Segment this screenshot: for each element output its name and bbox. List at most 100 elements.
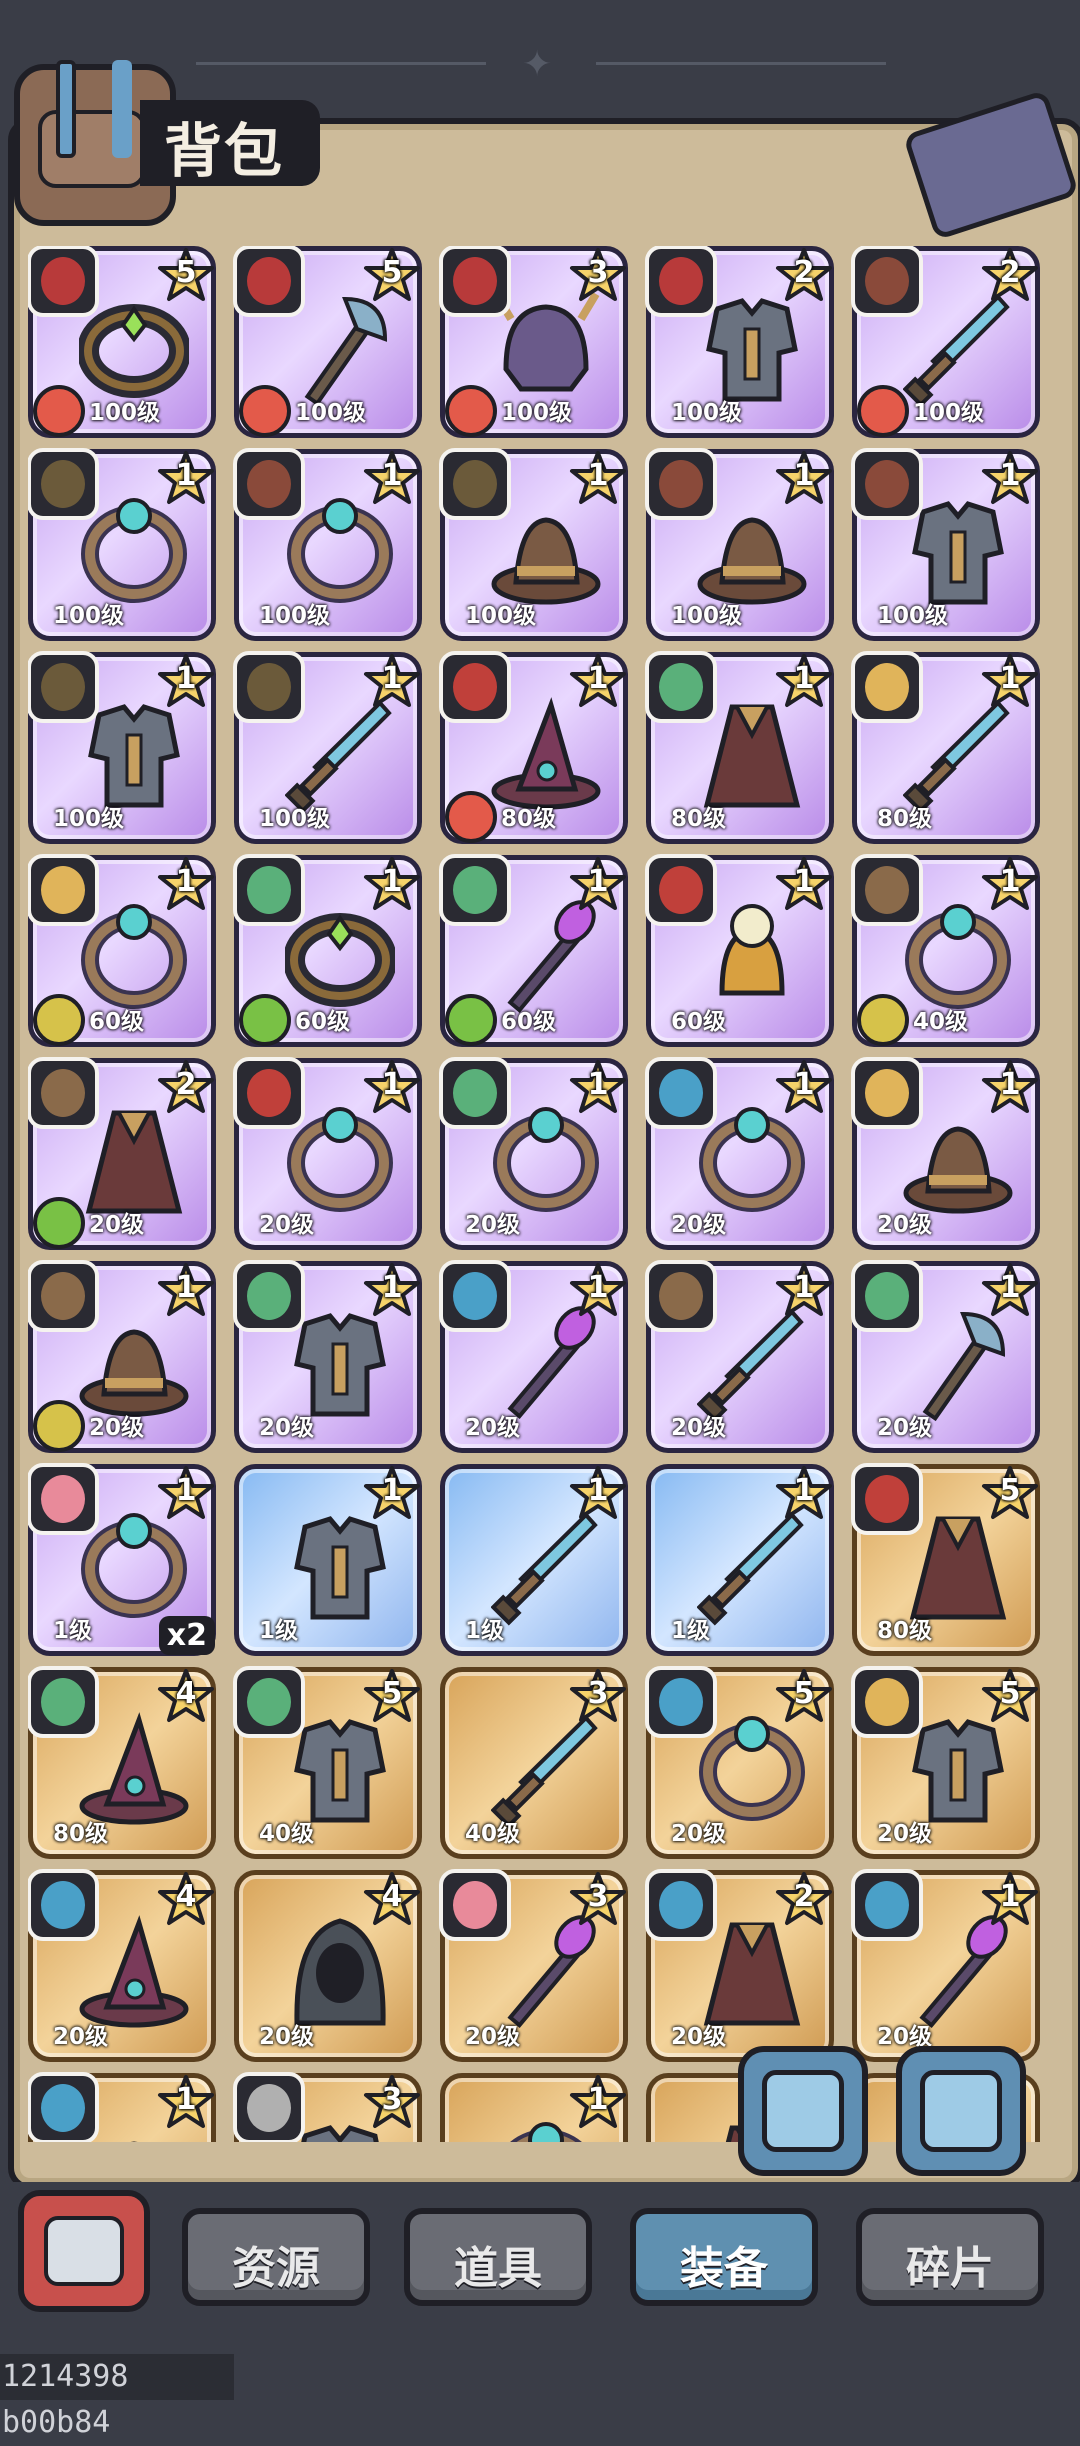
back-button[interactable] <box>18 2190 150 2312</box>
star-rating-icon: 3 <box>363 2074 421 2132</box>
equipment-slot[interactable]: 1 <box>28 2072 216 2142</box>
star-rating-icon: 5 <box>981 1465 1039 1523</box>
star-rating-icon: 2 <box>775 1871 833 1929</box>
star-rating-icon: 1 <box>775 653 833 711</box>
star-count: 1 <box>793 864 815 899</box>
equipment-slot[interactable]: 5 100级 <box>28 246 216 438</box>
star-rating-icon: 2 <box>157 1059 215 1117</box>
equipment-slot[interactable]: 1 100级 <box>851 448 1040 641</box>
item-level: 100级 <box>53 806 125 832</box>
equipment-slot[interactable]: 5 80级 <box>851 1463 1040 1656</box>
equipment-slot[interactable]: 1 100级 <box>28 651 216 844</box>
star-rating-icon: 1 <box>569 653 627 711</box>
equipment-slot[interactable]: 1 80级 <box>851 651 1040 844</box>
star-count: 5 <box>175 255 197 290</box>
equipment-slot[interactable]: 1 40级 <box>851 854 1040 1047</box>
equipment-slot[interactable]: 1 20级 <box>851 1057 1040 1250</box>
equipment-slot[interactable]: 1 1级 <box>234 1464 422 1656</box>
equipment-slot[interactable]: 1 20级 <box>645 1057 834 1250</box>
equipment-slot[interactable]: 1 1级 <box>646 1464 834 1656</box>
equipment-grid: 5 100级 5 100级 3 100级 2 100级 2 100级 1 100级 1 100级 1 100级… <box>28 246 1058 2142</box>
equipment-slot[interactable]: 3 <box>233 2072 422 2142</box>
star-count: 1 <box>999 1270 1021 1305</box>
equipment-slot[interactable]: 1 20级 <box>645 1260 834 1453</box>
equipment-slot[interactable]: 3 100级 <box>439 246 628 438</box>
equipment-slot[interactable]: 1 100级 <box>28 448 216 641</box>
equipment-slot[interactable]: 5 20级 <box>645 1666 834 1859</box>
hero-portrait-icon <box>851 1463 923 1535</box>
tab-fragments[interactable]: 碎片 <box>856 2208 1044 2306</box>
tab-equipment[interactable]: 装备 <box>630 2208 818 2306</box>
star-count: 1 <box>587 1067 609 1102</box>
equipment-slot[interactable]: 3 20级 <box>439 1869 628 2062</box>
item-level: 80级 <box>671 806 727 832</box>
equipment-slot[interactable]: 1 20级 <box>851 1869 1040 2062</box>
item-level: 80级 <box>53 1821 109 1847</box>
item-level: 1级 <box>53 1618 93 1644</box>
equipment-slot[interactable]: 1 80级 <box>439 651 628 844</box>
equipment-slot[interactable]: 4 20级 <box>28 1869 216 2062</box>
equipment-slot[interactable]: 1 100级 <box>439 448 628 641</box>
equipment-slot[interactable]: 1 20级 <box>439 1260 628 1453</box>
equipment-slot[interactable]: 1 <box>440 2073 628 2142</box>
forge-button[interactable] <box>896 2046 1026 2176</box>
item-level: 1级 <box>465 1618 505 1644</box>
equipment-slot[interactable]: 5 100级 <box>233 246 422 438</box>
item-level: 20级 <box>465 2024 521 2050</box>
equipment-slot[interactable]: 2 100级 <box>851 246 1040 438</box>
item-level: 100级 <box>259 603 331 629</box>
equipment-slot[interactable]: 3 40级 <box>440 1667 628 1859</box>
wind-element-icon <box>445 994 497 1046</box>
equipment-slot[interactable]: 1 100级 <box>233 651 422 844</box>
star-count: 1 <box>381 1067 403 1102</box>
equipment-slot[interactable]: 1 20级 <box>851 1260 1040 1453</box>
item-level: 40级 <box>913 1009 969 1035</box>
equipment-slot[interactable]: 1 20级 <box>233 1260 422 1453</box>
star-count: 5 <box>381 255 403 290</box>
earth-element-icon <box>33 994 85 1046</box>
equipment-slot[interactable]: 1 60级 <box>439 854 628 1047</box>
star-count: 2 <box>175 1067 197 1102</box>
equipment-slot[interactable]: 1 80级 <box>645 651 834 844</box>
equipment-slot[interactable]: 2 100级 <box>645 246 834 438</box>
star-rating-icon: 1 <box>569 1465 627 1523</box>
equipment-slot[interactable]: 4 80级 <box>28 1666 216 1859</box>
tab-items[interactable]: 道具 <box>404 2208 592 2306</box>
equipment-slot[interactable]: 4 20级 <box>234 1870 422 2062</box>
hero-portrait-icon <box>439 1260 511 1332</box>
equipment-slot[interactable]: 2 20级 <box>28 1057 216 1250</box>
equipment-slot[interactable]: 1 1级 x2 <box>28 1463 216 1656</box>
star-count: 1 <box>587 1473 609 1508</box>
star-rating-icon: 1 <box>363 1059 421 1117</box>
tab-label: 装备 <box>680 2243 768 2294</box>
equipment-slot[interactable]: 1 20级 <box>28 1260 216 1453</box>
equipment-slot[interactable]: 1 20级 <box>439 1057 628 1250</box>
item-level: 100级 <box>465 603 537 629</box>
star-rating-icon: 4 <box>157 1871 215 1929</box>
item-level: 100级 <box>671 603 743 629</box>
equipment-slot[interactable]: 1 100级 <box>233 448 422 641</box>
equipment-slot[interactable]: 1 60级 <box>233 854 422 1047</box>
sword-icon <box>490 1710 601 1830</box>
equipment-slot[interactable]: 1 20级 <box>233 1057 422 1250</box>
equipment-slot[interactable]: 1 60级 <box>28 854 216 1047</box>
equipment-slot[interactable]: 1 100级 <box>645 448 834 641</box>
hero-portrait-icon <box>439 1057 511 1129</box>
equipment-slot[interactable]: 1 1级 <box>440 1464 628 1656</box>
fire-element-icon <box>239 385 291 437</box>
tab-resources[interactable]: 资源 <box>182 2208 370 2306</box>
equipment-slot[interactable]: 2 20级 <box>645 1869 834 2062</box>
hero-portrait-icon <box>28 1260 99 1332</box>
save-disk-icon <box>762 2070 844 2152</box>
star-rating-icon: 1 <box>775 856 833 914</box>
star-count: 1 <box>175 864 197 899</box>
save-button[interactable] <box>738 2046 868 2176</box>
star-count: 1 <box>793 1067 815 1102</box>
equipment-slot[interactable]: 5 20级 <box>851 1666 1040 1859</box>
star-count: 2 <box>793 255 815 290</box>
star-rating-icon: 4 <box>157 1668 215 1726</box>
star-rating-icon: 1 <box>981 856 1039 914</box>
equipment-slot[interactable]: 5 40级 <box>233 1666 422 1859</box>
item-level: 20级 <box>671 1821 727 1847</box>
equipment-slot[interactable]: 1 60级 <box>645 854 834 1047</box>
